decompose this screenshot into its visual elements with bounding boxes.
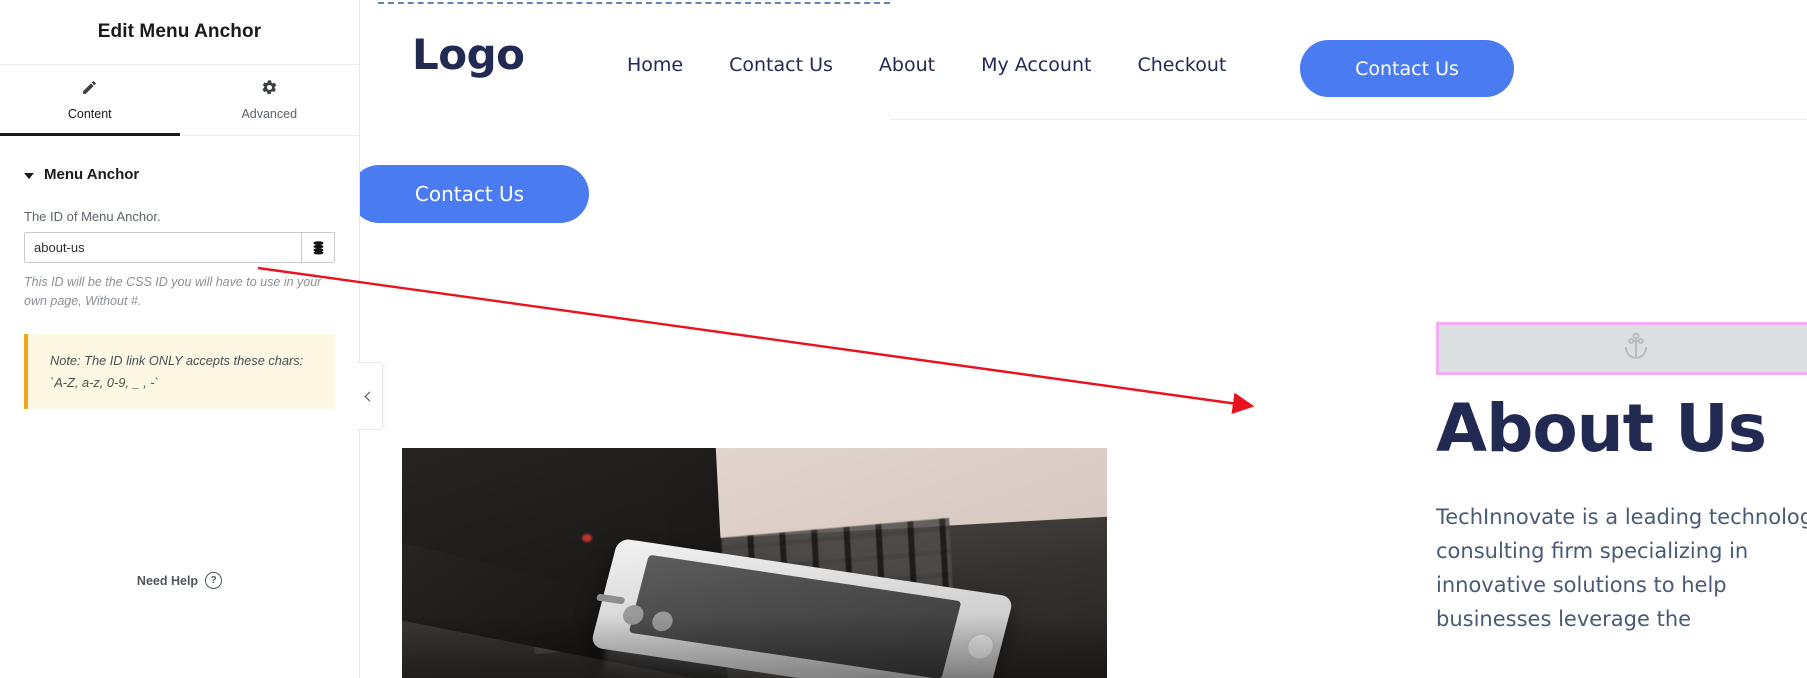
main-nav: Home Contact Us About My Account Checkou… (604, 54, 1249, 76)
site-logo[interactable]: Logo (412, 30, 525, 79)
tab-content[interactable]: Content (0, 65, 180, 136)
about-heading: About Us (1436, 390, 1767, 467)
hero-contact-us-button[interactable]: Contact Us (360, 165, 589, 223)
about-paragraph: TechInnovate is a leading technology con… (1436, 505, 1807, 632)
app-root: Edit Menu Anchor Content Advanced Menu A… (0, 0, 1807, 678)
panel-collapse-handle[interactable] (355, 362, 383, 430)
tab-content-label: Content (67, 107, 112, 121)
chevron-left-icon (364, 391, 375, 401)
section-title: Menu Anchor (44, 166, 140, 183)
note-callout-text: Note: The ID link ONLY accepts these cha… (50, 352, 304, 390)
nav-item-contact-us[interactable]: Contact Us (706, 54, 856, 76)
anchor-id-row (24, 232, 335, 263)
need-help-link[interactable]: Need Help ? (0, 572, 359, 589)
nav-item-my-account[interactable]: My Account (958, 54, 1114, 76)
tab-advanced[interactable]: Advanced (180, 65, 360, 135)
nav-item-about[interactable]: About (856, 54, 958, 76)
nav-item-checkout[interactable]: Checkout (1114, 54, 1249, 76)
tab-advanced-label: Advanced (241, 107, 298, 121)
header-contact-us-button[interactable]: Contact Us (1300, 40, 1514, 97)
anchor-id-label: The ID of Menu Anchor. (24, 209, 161, 224)
question-circle-icon: ? (205, 572, 223, 589)
panel-tabs: Content Advanced (0, 65, 359, 136)
anchor-id-help-text: This ID will be the CSS ID you will have… (24, 275, 322, 309)
pencil-icon (81, 79, 98, 99)
menu-anchor-widget[interactable] (1436, 322, 1807, 375)
about-photo (402, 448, 1107, 678)
header-bottom-border (890, 119, 1807, 120)
need-help-label: Need Help (136, 573, 199, 588)
section-menu-anchor-header[interactable]: Menu Anchor (0, 166, 359, 183)
anchor-id-input[interactable] (24, 232, 301, 263)
chevron-down-icon (24, 172, 34, 179)
page-canvas: Logo Home Contact Us About My Account Ch… (360, 0, 1807, 678)
nav-item-home[interactable]: Home (604, 54, 706, 76)
gear-icon (261, 79, 278, 99)
page-title: Edit Menu Anchor (0, 0, 359, 65)
site-header: Logo Home Contact Us About My Account Ch… (360, 8, 1807, 120)
dynamic-tags-button[interactable] (301, 232, 335, 263)
note-callout: Note: The ID link ONLY accepts these cha… (24, 333, 335, 410)
widget-outline-dashed (378, 2, 890, 4)
database-stack-icon (311, 240, 326, 255)
anchor-icon (1621, 330, 1651, 367)
editor-panel: Edit Menu Anchor Content Advanced Menu A… (0, 0, 360, 678)
